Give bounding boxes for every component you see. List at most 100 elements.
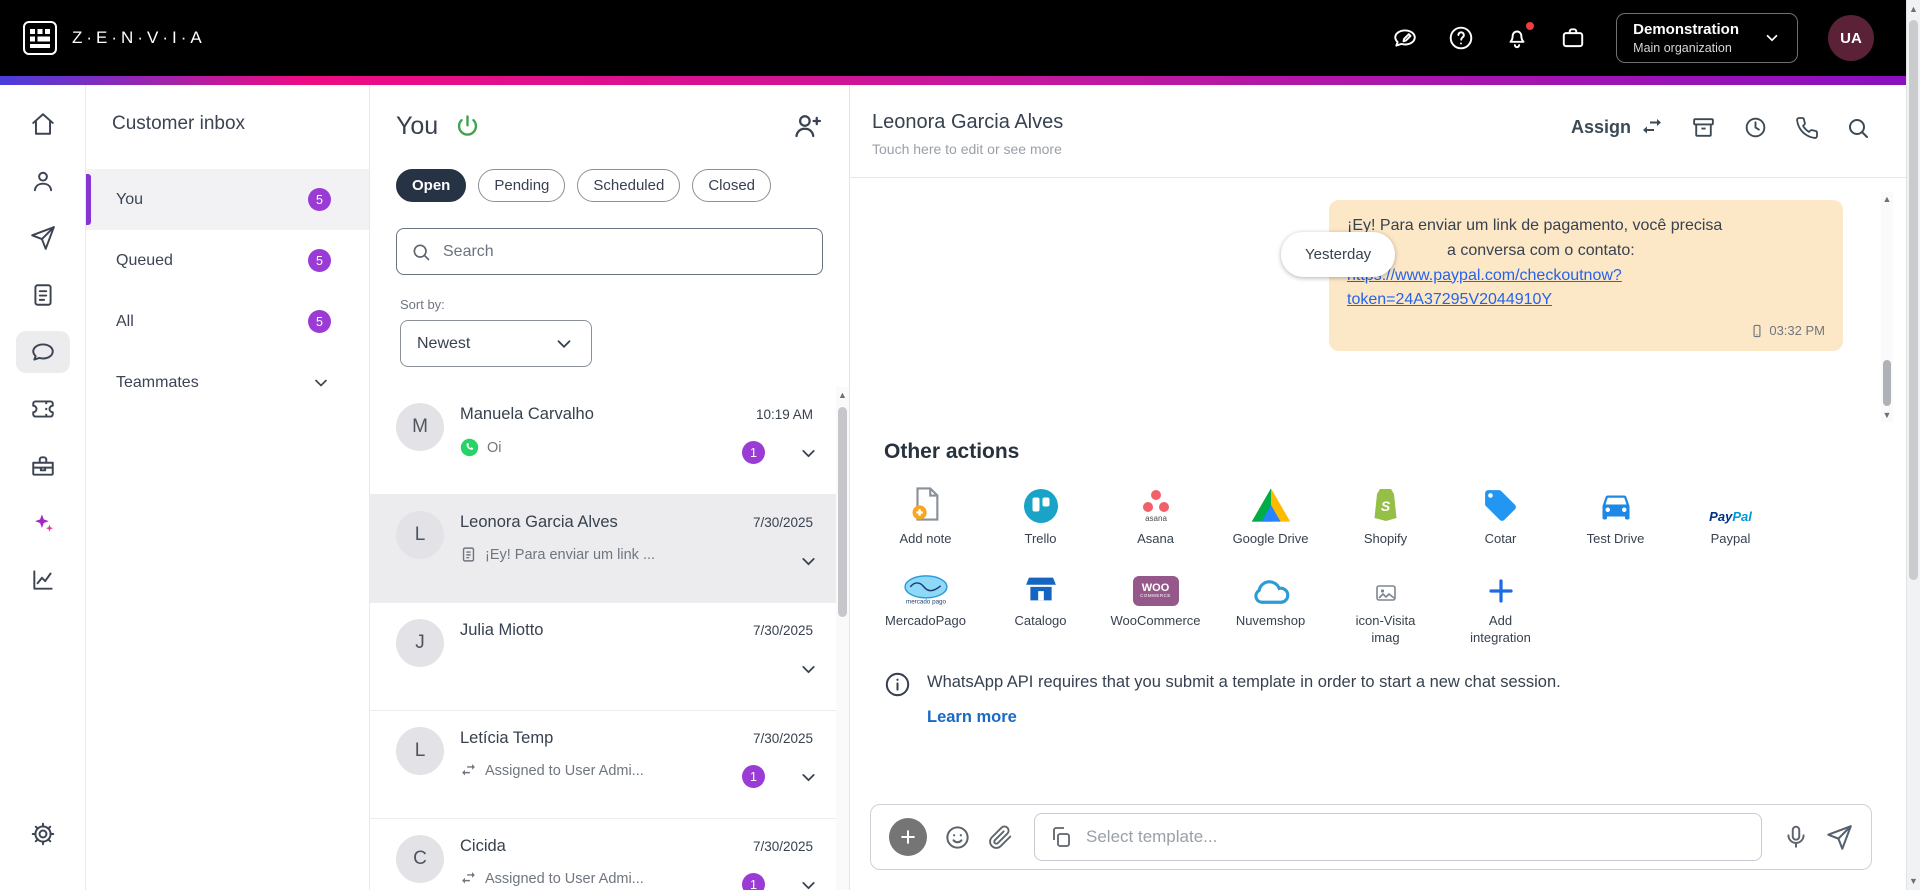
conversation-row[interactable]: C Cicida Assigned to User Admi... 7/30/2… <box>370 819 849 890</box>
svg-text:S: S <box>1380 498 1390 514</box>
assign-agent-icon[interactable] <box>793 111 823 141</box>
message-scrollbar[interactable]: ▲ ▼ <box>1881 192 1893 422</box>
message-preview: Oi <box>487 439 502 456</box>
learn-more-link[interactable]: Learn more <box>927 706 1017 729</box>
contacts-icon[interactable] <box>16 160 70 202</box>
analytics-icon[interactable] <box>16 559 70 601</box>
action-trello[interactable]: Trello <box>983 480 1098 548</box>
sidebar-item-label: You <box>116 190 143 208</box>
action-asana[interactable]: asana Asana <box>1098 480 1213 548</box>
message-area: Yesterday ¡Ey! Para enviar um link de pa… <box>850 178 1920 430</box>
action-google-drive[interactable]: Google Drive <box>1213 480 1328 548</box>
scroll-down-arrow[interactable]: ▼ <box>1881 408 1893 422</box>
conversation-row[interactable]: L Letícia Temp Assigned to User Admi... … <box>370 711 849 819</box>
chats-icon[interactable] <box>15 331 70 373</box>
conversation-search[interactable] <box>396 228 823 275</box>
avatar: M <box>396 403 444 451</box>
filter-pending[interactable]: Pending <box>478 169 566 202</box>
filter-closed[interactable]: Closed <box>692 169 772 202</box>
chat-compose-icon[interactable] <box>1392 25 1418 51</box>
page-scrollbar[interactable]: ▲ ▼ <box>1906 0 1920 890</box>
sort-value: Newest <box>417 334 471 352</box>
payment-link-token[interactable]: token=24A37295V2044910Y <box>1347 288 1825 313</box>
chevron-down-icon[interactable] <box>798 659 819 680</box>
compose-bar <box>870 804 1872 870</box>
add-attachment-plus-button[interactable] <box>889 818 927 856</box>
history-clock-icon[interactable] <box>1743 115 1768 140</box>
emoji-icon[interactable] <box>944 824 971 851</box>
action-paypal[interactable]: Pay Pal Paypal <box>1673 480 1788 548</box>
scroll-thumb[interactable] <box>838 407 847 617</box>
sort-by-label: Sort by: <box>400 297 445 312</box>
svg-text:asana: asana <box>1145 514 1167 523</box>
conversation-row[interactable]: M Manuela Carvalho Oi 10:19 AM 1 <box>370 387 849 495</box>
sidebar-item-queued[interactable]: Queued 5 <box>86 230 369 291</box>
search-icon[interactable] <box>1846 116 1870 140</box>
reports-icon[interactable] <box>16 274 70 316</box>
scroll-down-arrow[interactable]: ▼ <box>1907 872 1920 890</box>
filter-scheduled[interactable]: Scheduled <box>577 169 681 202</box>
conversation-row[interactable]: J Julia Miotto 7/30/2025 <box>370 603 849 711</box>
user-avatar[interactable]: UA <box>1828 15 1874 61</box>
settings-gear-icon[interactable] <box>16 813 70 855</box>
chevron-down-icon[interactable] <box>798 875 819 890</box>
chat-contact-name[interactable]: Leonora Garcia Alves <box>872 111 1063 134</box>
workspace-briefcase-icon[interactable] <box>1560 25 1586 51</box>
action-woocommerce[interactable]: WOO COMMERCE WooCommerce <box>1098 562 1213 647</box>
payment-link[interactable]: https://www.paypal.com/checkoutnow? <box>1347 264 1825 289</box>
assign-button[interactable]: Assign <box>1571 116 1664 140</box>
sidebar-item-teammates[interactable]: Teammates <box>86 352 369 413</box>
action-cotar[interactable]: Cotar <box>1443 480 1558 548</box>
storefront-icon <box>983 562 1098 608</box>
chevron-down-icon[interactable] <box>798 443 819 464</box>
help-icon[interactable] <box>1448 25 1474 51</box>
toolbox-icon[interactable] <box>16 445 70 487</box>
scroll-up-arrow[interactable]: ▲ <box>1907 0 1920 18</box>
ai-sparkles-icon[interactable] <box>16 502 70 544</box>
sort-dropdown[interactable]: Newest <box>400 320 592 367</box>
action-add-integration[interactable]: Add integration <box>1443 562 1558 647</box>
template-field[interactable] <box>1034 813 1762 861</box>
notifications-bell-icon[interactable] <box>1504 20 1537 51</box>
action-visita-broken[interactable]: icon-Visita imag <box>1328 562 1443 647</box>
list-title: You <box>396 111 439 140</box>
select-template-input[interactable] <box>1086 827 1747 847</box>
conversation-row-selected[interactable]: L Leonora Garcia Alves ¡Ey! Para enviar … <box>370 495 849 603</box>
action-shopify[interactable]: S Shopify <box>1328 480 1443 548</box>
phone-icon[interactable] <box>1795 116 1819 140</box>
scroll-thumb[interactable] <box>1883 360 1891 406</box>
scroll-thumb[interactable] <box>1909 20 1918 580</box>
ticket-icon[interactable] <box>16 388 70 430</box>
scroll-up-arrow[interactable]: ▲ <box>836 387 849 403</box>
sidebar-item-you[interactable]: You 5 <box>86 169 369 230</box>
home-icon[interactable] <box>16 103 70 145</box>
microphone-icon[interactable] <box>1783 824 1809 850</box>
chevron-down-icon[interactable] <box>798 767 819 788</box>
action-mercadopago[interactable]: mercado pago MercadoPago <box>868 562 983 647</box>
paperclip-icon[interactable] <box>988 825 1013 850</box>
availability-power-icon[interactable] <box>454 113 481 140</box>
list-scrollbar[interactable]: ▲ <box>836 387 849 890</box>
transfer-icon <box>460 762 477 779</box>
action-test-drive[interactable]: Test Drive <box>1558 480 1673 548</box>
action-add-note[interactable]: Add note <box>868 480 983 548</box>
send-icon[interactable] <box>1826 824 1853 851</box>
chevron-down-icon[interactable] <box>798 551 819 572</box>
chat-contact-subtitle[interactable]: Touch here to edit or see more <box>872 141 1063 157</box>
template-copy-icon <box>1049 825 1073 849</box>
organization-selector[interactable]: Demonstration Main organization <box>1616 13 1798 63</box>
search-input[interactable] <box>443 242 808 261</box>
sidebar-item-all[interactable]: All 5 <box>86 291 369 352</box>
action-catalogo[interactable]: Catalogo <box>983 562 1098 647</box>
top-bar: Z·E·N·V·I·A Demonstration Main organizat… <box>0 0 1920 76</box>
filter-open[interactable]: Open <box>396 169 467 202</box>
chevron-down-icon <box>311 373 331 393</box>
contact-name: Julia Miotto <box>460 621 544 639</box>
archive-icon[interactable] <box>1691 115 1716 140</box>
action-nuvemshop[interactable]: Nuvemshop <box>1213 562 1328 647</box>
scroll-up-arrow[interactable]: ▲ <box>1881 192 1893 206</box>
broadcast-send-icon[interactable] <box>16 217 70 259</box>
integrations-row-2: mercado pago MercadoPago Catalogo WOO COM… <box>868 562 1920 647</box>
timestamp: 7/30/2025 <box>752 623 813 638</box>
brand-wordmark: Z·E·N·V·I·A <box>72 28 206 47</box>
